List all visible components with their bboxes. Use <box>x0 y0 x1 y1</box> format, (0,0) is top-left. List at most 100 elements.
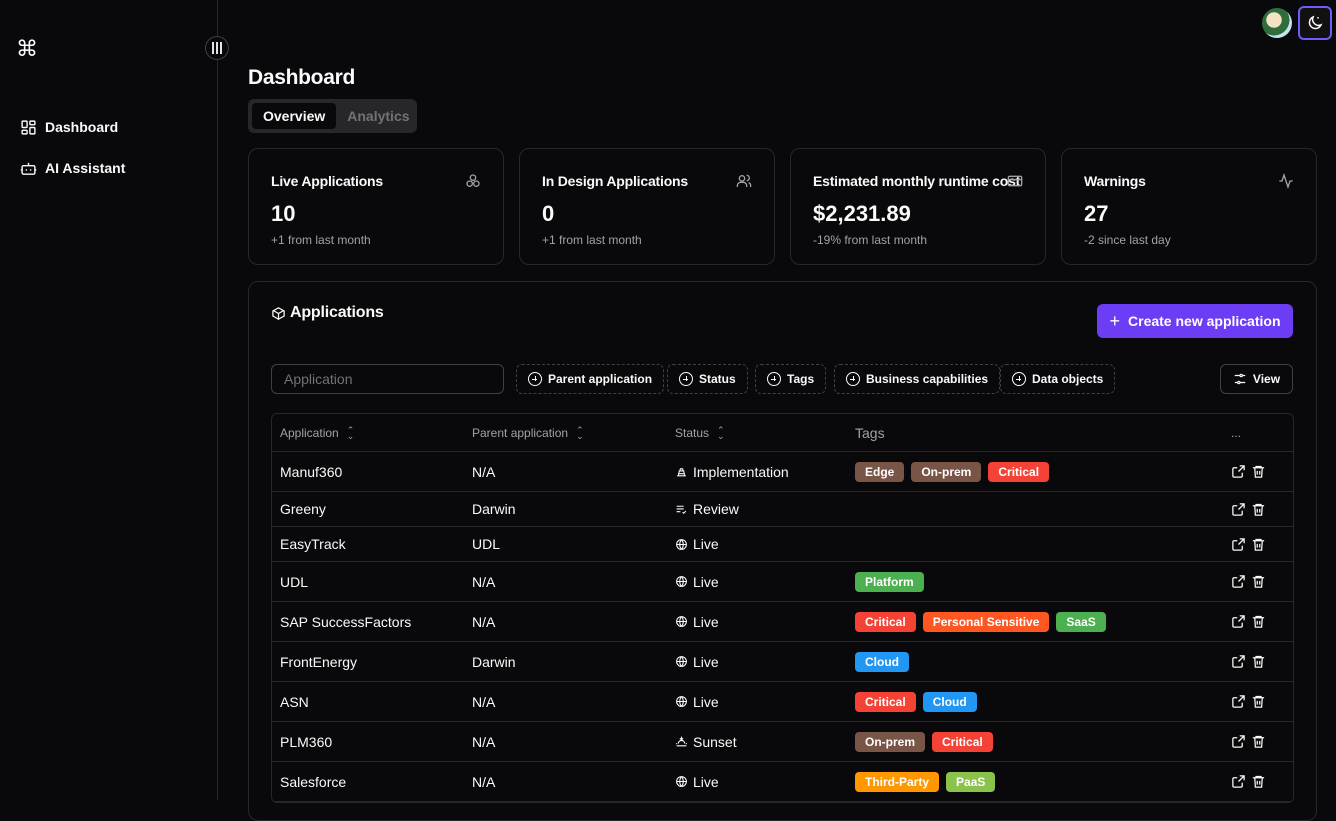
globe-icon <box>676 776 687 787</box>
status-label: Live <box>693 573 719 590</box>
cell-parent-application: N/A <box>472 463 496 480</box>
trash-icon[interactable] <box>1251 614 1266 629</box>
status-label: Live <box>693 773 719 790</box>
trash-icon[interactable] <box>1251 774 1266 789</box>
create-application-button[interactable]: + Create new application <box>1097 304 1293 338</box>
app-logo-icon[interactable]: ⌘ <box>16 37 38 62</box>
filter-tags-button[interactable]: Tags <box>755 364 827 394</box>
sort-icon: ⌃ ⌄ <box>346 425 355 442</box>
cell-tags: Platform <box>855 571 1231 592</box>
table-row[interactable]: Manuf360 N/A Implementation Edge On-prem C… <box>272 452 1293 492</box>
create-application-label: Create new application <box>1128 313 1281 329</box>
stat-card-warnings: Warnings 27 -2 since last day <box>1061 148 1317 265</box>
view-label: View <box>1252 372 1281 386</box>
globe-icon <box>676 616 687 627</box>
trash-icon[interactable] <box>1251 537 1266 552</box>
cell-parent-application: N/A <box>472 733 496 750</box>
top-right-controls <box>1262 6 1332 40</box>
applications-title-label: Applications <box>290 304 384 321</box>
filter-label: Tags <box>787 372 815 386</box>
cell-tags: Cloud <box>855 651 1231 672</box>
cell-status: Live <box>675 614 855 630</box>
cell-application-name: UDL <box>280 573 309 590</box>
external-link-icon[interactable] <box>1231 502 1246 517</box>
cell-actions <box>1231 537 1293 552</box>
cell-application-name: Salesforce <box>280 773 347 790</box>
cell-application-name: Greeny <box>280 501 326 517</box>
plus-circle-icon <box>767 372 781 386</box>
cell-actions <box>1231 502 1293 517</box>
tab-analytics[interactable]: Analytics <box>336 103 420 129</box>
table-row[interactable]: ASN N/A Live Critical Cloud <box>272 682 1293 722</box>
column-header-actions[interactable]: ... <box>1231 426 1293 440</box>
tag-badge: Third-Party <box>855 771 940 792</box>
theme-toggle-button[interactable] <box>1298 6 1332 40</box>
credit-card-icon <box>1007 175 1023 187</box>
plus-circle-icon <box>679 372 693 386</box>
trash-icon[interactable] <box>1251 694 1266 709</box>
sidebar-collapse-button[interactable] <box>205 36 229 60</box>
external-link-icon[interactable] <box>1231 464 1246 479</box>
sidebar-item-ai-assistant[interactable]: AI Assistant <box>20 158 125 178</box>
table-row[interactable]: PLM360 N/A Sunset On-prem Critical <box>272 722 1293 762</box>
filter-business-capabilities-button[interactable]: Business capabilities <box>834 364 1001 394</box>
card-subtext: -2 since last day <box>1084 233 1171 247</box>
table-row[interactable]: Greeny Darwin Review <box>272 492 1293 527</box>
external-link-icon[interactable] <box>1231 654 1246 669</box>
tag-badge: Critical <box>988 461 1050 482</box>
trash-icon[interactable] <box>1251 734 1266 749</box>
table-row[interactable]: UDL N/A Live Platform <box>272 562 1293 602</box>
filter-status-button[interactable]: Status <box>667 364 748 394</box>
filter-data-objects-button[interactable]: Data objects <box>1000 364 1116 394</box>
external-link-icon[interactable] <box>1231 694 1246 709</box>
cell-actions <box>1231 774 1293 789</box>
filter-parent-application-button[interactable]: Parent application <box>516 364 665 394</box>
sidebar-item-dashboard[interactable]: Dashboard <box>20 117 125 137</box>
external-link-icon[interactable] <box>1231 734 1246 749</box>
cell-status: Implementation <box>675 464 855 480</box>
globe-icon <box>676 538 687 550</box>
activity-icon <box>1279 173 1293 189</box>
external-link-icon[interactable] <box>1231 614 1246 629</box>
external-link-icon[interactable] <box>1231 774 1246 789</box>
table-row[interactable]: EasyTrack UDL Live <box>272 527 1293 562</box>
cell-application-name: Manuf360 <box>280 463 343 480</box>
view-options-button[interactable]: View <box>1220 364 1293 394</box>
avatar[interactable] <box>1262 8 1292 38</box>
cell-status: Live <box>675 774 855 790</box>
trash-icon[interactable] <box>1251 464 1266 479</box>
status-label: Live <box>693 536 719 552</box>
filter-bar: Parent application Status Tags Business … <box>271 364 1293 394</box>
cell-tags: Third-Party PaaS <box>855 771 1231 792</box>
cell-status: Review <box>675 501 855 517</box>
external-link-icon[interactable] <box>1231 537 1246 552</box>
table-row[interactable]: SAP SuccessFactors N/A Live Critical Pers… <box>272 602 1293 642</box>
table-row[interactable]: FrontEnergy Darwin Live Cloud <box>272 642 1293 682</box>
column-header-parent-application[interactable]: Parent application ⌃ ⌄ <box>472 426 675 441</box>
card-title: Warnings <box>1084 173 1146 189</box>
card-value: 27 <box>1084 201 1109 226</box>
cell-application-name: PLM360 <box>280 733 333 750</box>
column-header-application[interactable]: Application ⌃ ⌄ <box>272 425 472 442</box>
tag-badge: Critical <box>855 691 916 712</box>
status-label: Review <box>693 501 739 517</box>
trash-icon[interactable] <box>1251 502 1266 517</box>
card-title: Estimated monthly runtime cost <box>813 173 1021 189</box>
cell-parent-application: N/A <box>472 573 496 590</box>
trash-icon[interactable] <box>1251 574 1266 589</box>
table-row[interactable]: Salesforce N/A Live Third-Party PaaS <box>272 762 1293 802</box>
external-link-icon[interactable] <box>1231 574 1246 589</box>
filter-label: Parent application <box>548 372 653 386</box>
sidebar: ⌘ Dashboard AI Assistant <box>0 0 218 800</box>
trash-icon[interactable] <box>1251 654 1266 669</box>
tag-badge: PaaS <box>946 771 996 792</box>
column-header-status[interactable]: Status ⌃ ⌄ <box>675 425 855 440</box>
tab-overview[interactable]: Overview <box>252 103 337 129</box>
applications-panel: Applications + Create new application Pa… <box>248 281 1317 821</box>
table-header: Application ⌃ ⌄ Parent application ⌃ ⌄ Statu… <box>272 414 1293 452</box>
application-search-input[interactable] <box>271 364 504 394</box>
filter-label: Data objects <box>1032 372 1104 386</box>
status-label: Implementation <box>693 463 789 480</box>
cell-actions <box>1231 464 1293 479</box>
globe-icon <box>676 656 687 667</box>
